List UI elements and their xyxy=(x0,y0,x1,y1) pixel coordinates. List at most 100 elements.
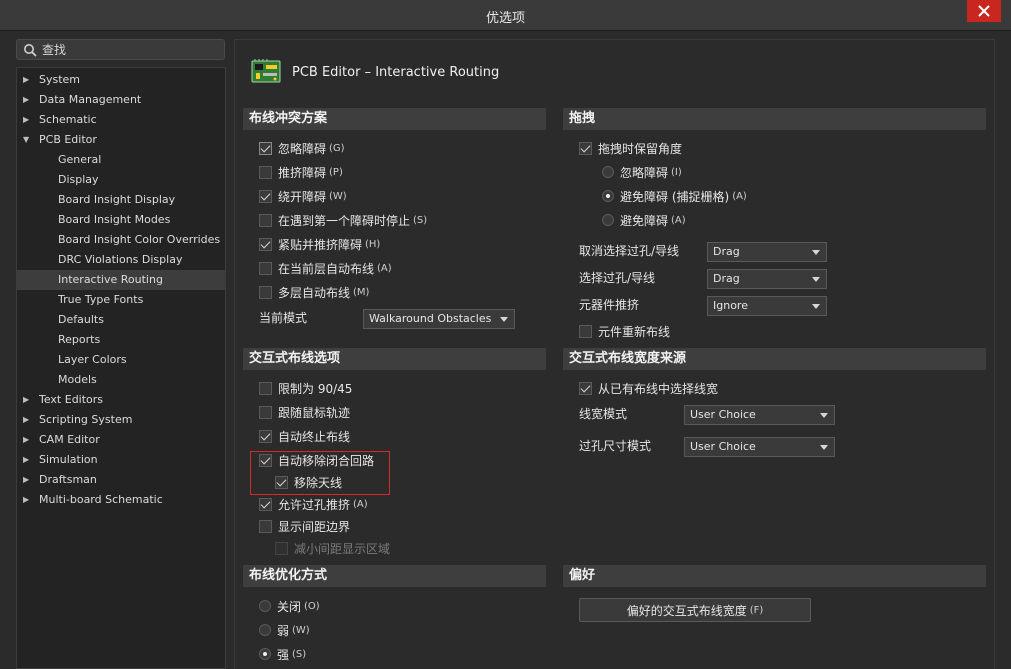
radio-button[interactable] xyxy=(602,166,614,178)
chevron-down-icon xyxy=(500,317,508,322)
show-clearance-boundaries-option[interactable]: 显示间距边界 xyxy=(259,516,350,536)
tree-item-draftsman[interactable]: ▶ Draftsman xyxy=(17,470,225,490)
radio-button[interactable] xyxy=(259,600,271,612)
checkbox[interactable] xyxy=(259,165,272,179)
tree-item-label: Draftsman xyxy=(39,473,97,486)
tree-item-true-type-fonts[interactable]: True Type Fonts xyxy=(17,290,225,310)
hotkey-label: (I) xyxy=(671,166,682,178)
current-mode-dropdown[interactable]: Walkaround Obstacles xyxy=(363,309,515,329)
expand-arrow-icon[interactable]: ▶ xyxy=(23,110,33,130)
expand-arrow-icon[interactable]: ▶ xyxy=(23,390,33,410)
autoroute-multilayer-option[interactable]: 多层自动布线 (M) xyxy=(259,282,369,302)
favorite-widths-button[interactable]: 偏好的交互式布线宽度 (F) xyxy=(579,598,811,622)
tree-item-label: Board Insight Modes xyxy=(58,213,171,226)
tree-item-schematic[interactable]: ▶ Schematic xyxy=(17,110,225,130)
tree-item-layer-colors[interactable]: Layer Colors xyxy=(17,350,225,370)
expand-arrow-icon[interactable]: ▶ xyxy=(23,490,33,510)
allow-via-pushing-option[interactable]: 允许过孔推挤 (A) xyxy=(259,494,368,514)
drag-avoid-snap-grid-radio[interactable]: 避免障碍 (捕捉栅格) (A) xyxy=(602,186,747,206)
checkbox[interactable] xyxy=(259,497,272,511)
checkbox[interactable] xyxy=(259,213,272,227)
hug-and-push-option[interactable]: 紧贴并推挤障碍 (H) xyxy=(259,234,380,254)
checkbox[interactable] xyxy=(259,381,272,395)
selected-via-track-dropdown[interactable]: Drag xyxy=(707,269,827,289)
close-button[interactable] xyxy=(967,0,1001,22)
option-label: 多层自动布线 xyxy=(278,285,351,300)
expand-arrow-icon[interactable]: ▶ xyxy=(23,410,33,430)
auto-terminate-routing-option[interactable]: 自动终止布线 xyxy=(259,426,350,446)
option-label: 在遇到第一个障碍时停止 xyxy=(278,213,411,228)
tree-item-text-editors[interactable]: ▶ Text Editors xyxy=(17,390,225,410)
tree-item-general[interactable]: General xyxy=(17,150,225,170)
checkbox[interactable] xyxy=(579,141,592,155)
unselected-via-track-dropdown[interactable]: Drag xyxy=(707,242,827,262)
option-label: 弱 xyxy=(277,623,290,638)
tree-item-reports[interactable]: Reports xyxy=(17,330,225,350)
checkbox[interactable] xyxy=(579,381,592,395)
radio-button[interactable] xyxy=(602,214,614,226)
tree-item-label: PCB Editor xyxy=(39,133,97,146)
checkbox[interactable] xyxy=(259,237,272,251)
search-input[interactable] xyxy=(42,42,212,57)
expand-arrow-icon[interactable]: ▶ xyxy=(23,450,33,470)
restrict-90-45-option[interactable]: 限制为 90/45 xyxy=(259,378,352,398)
current-mode-label: 当前模式 xyxy=(259,311,308,325)
option-label: 元件重新布线 xyxy=(598,324,671,339)
optimize-off-radio[interactable]: 关闭 (O) xyxy=(259,596,320,616)
tree-item-board-insight-modes[interactable]: Board Insight Modes xyxy=(17,210,225,230)
autoroute-current-layer-option[interactable]: 在当前层自动布线 (A) xyxy=(259,258,392,278)
drag-avoid-obstacles-radio[interactable]: 避免障碍 (A) xyxy=(602,210,686,230)
expand-arrow-icon[interactable]: ▶ xyxy=(23,70,33,90)
tree-item-board-insight-color-overrides[interactable]: Board Insight Color Overrides xyxy=(17,230,225,250)
ignore-obstacles-option[interactable]: 忽略障碍 (G) xyxy=(259,138,345,158)
tree-item-defaults[interactable]: Defaults xyxy=(17,310,225,330)
option-label: 紧贴并推挤障碍 xyxy=(278,237,363,252)
radio-button[interactable] xyxy=(259,648,271,660)
track-width-mode-dropdown[interactable]: User Choice xyxy=(684,405,835,425)
checkbox[interactable] xyxy=(259,261,272,275)
tree-item-multi-board-schematic[interactable]: ▶ Multi-board Schematic xyxy=(17,490,225,510)
tree-item-cam-editor[interactable]: ▶ CAM Editor xyxy=(17,430,225,450)
tree-item-drc-violations-display[interactable]: DRC Violations Display xyxy=(17,250,225,270)
page-title: PCB Editor – Interactive Routing xyxy=(292,65,500,80)
radio-button[interactable] xyxy=(602,190,614,202)
tree-item-models[interactable]: Models xyxy=(17,370,225,390)
optimize-strong-radio[interactable]: 强 (S) xyxy=(259,644,306,664)
drag-ignore-obstacles-radio[interactable]: 忽略障碍 (I) xyxy=(602,162,682,182)
stop-at-first-obstacle-option[interactable]: 在遇到第一个障碍时停止 (S) xyxy=(259,210,427,230)
button-label: 偏好的交互式布线宽度 xyxy=(626,603,747,618)
pick-width-from-existing-option[interactable]: 从已有布线中选择线宽 xyxy=(579,378,718,398)
checkbox[interactable] xyxy=(579,324,592,338)
tree-item-simulation[interactable]: ▶ Simulation xyxy=(17,450,225,470)
window-title: 优选项 xyxy=(485,11,525,26)
tree-item-board-insight-display[interactable]: Board Insight Display xyxy=(17,190,225,210)
component-reroute-option[interactable]: 元件重新布线 xyxy=(579,321,670,341)
walkaround-obstacles-option[interactable]: 绕开障碍 (W) xyxy=(259,186,347,206)
tree-item-system[interactable]: ▶ System xyxy=(17,70,225,90)
radio-button[interactable] xyxy=(259,624,271,636)
expand-arrow-icon[interactable]: ▶ xyxy=(23,470,33,490)
tree-item-scripting-system[interactable]: ▶ Scripting System xyxy=(17,410,225,430)
follow-mouse-trail-option[interactable]: 跟随鼠标轨迹 xyxy=(259,402,350,422)
checkbox[interactable] xyxy=(259,405,272,419)
chevron-down-icon xyxy=(820,413,828,418)
tree-item-label: Models xyxy=(58,373,97,386)
preserve-angle-option[interactable]: 拖拽时保留角度 xyxy=(579,138,682,158)
checkbox[interactable] xyxy=(259,285,272,299)
tree-item-interactive-routing[interactable]: Interactive Routing xyxy=(17,270,225,290)
checkbox[interactable] xyxy=(259,189,272,203)
checkbox[interactable] xyxy=(259,141,272,155)
tree-item-pcb-editor[interactable]: ▼ PCB Editor xyxy=(17,130,225,150)
push-obstacles-option[interactable]: 推挤障碍 (P) xyxy=(259,162,343,182)
collapse-arrow-icon[interactable]: ▼ xyxy=(23,130,33,150)
component-pushing-dropdown[interactable]: Ignore xyxy=(707,296,827,316)
checkbox[interactable] xyxy=(259,519,272,533)
expand-arrow-icon[interactable]: ▶ xyxy=(23,430,33,450)
tree-item-display[interactable]: Display xyxy=(17,170,225,190)
checkbox[interactable] xyxy=(259,429,272,443)
expand-arrow-icon[interactable]: ▶ xyxy=(23,90,33,110)
via-size-mode-dropdown[interactable]: User Choice xyxy=(684,437,835,457)
optimize-weak-radio[interactable]: 弱 (W) xyxy=(259,620,310,640)
search-box[interactable] xyxy=(16,39,225,60)
tree-item-data-management[interactable]: ▶ Data Management xyxy=(17,90,225,110)
